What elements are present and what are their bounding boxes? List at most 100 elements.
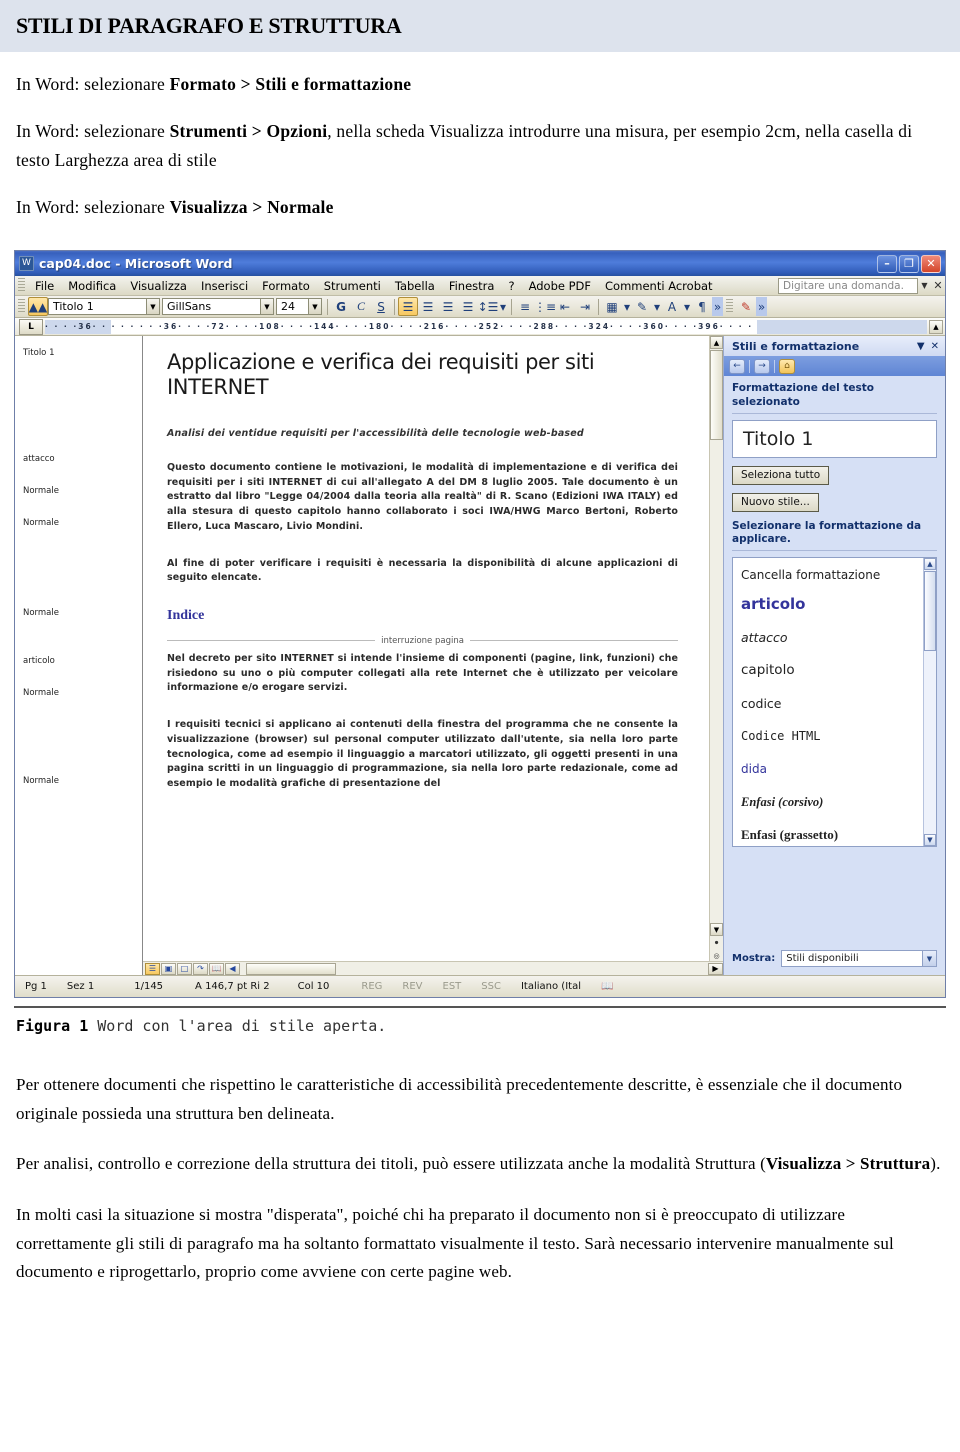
show-styles-arrow-icon[interactable]: ▼ [922, 951, 936, 967]
vertical-scroll-thumb[interactable] [710, 350, 723, 441]
font-color-arrow-icon[interactable]: ▾ [682, 297, 692, 316]
list-item[interactable]: dida ¶ [741, 753, 930, 786]
acrobat-overflow-icon[interactable]: » [756, 297, 767, 317]
style-name: codice [741, 695, 782, 711]
close-button[interactable]: ✕ [921, 254, 941, 273]
scroll-down-icon[interactable]: ▼ [710, 923, 723, 937]
current-style-preview[interactable]: Titolo 1 [732, 419, 937, 458]
status-est[interactable]: EST [433, 981, 472, 992]
borders-icon[interactable]: ▦ [602, 297, 622, 316]
menu-item-visualizza[interactable]: Visualizza [123, 279, 194, 293]
list-item[interactable]: attacco ¶ [741, 621, 930, 654]
font-combo[interactable]: GillSans ▼ [162, 298, 274, 316]
tab-selector-icon[interactable]: L [19, 318, 43, 335]
styles-and-formatting-icon[interactable]: ▲▲ [28, 297, 48, 317]
align-center-icon[interactable]: ☰ [418, 297, 438, 316]
horizontal-scroll-thumb[interactable] [246, 962, 336, 975]
forward-icon[interactable]: → [754, 358, 770, 374]
menu-item-adobe-pdf[interactable]: Adobe PDF [522, 279, 598, 293]
reading-layout-view-icon[interactable]: 📖 [209, 962, 224, 975]
font-color-icon[interactable]: A [662, 297, 682, 316]
highlight-arrow-icon[interactable]: ▾ [652, 297, 662, 316]
list-item[interactable]: capitolo ¶ [741, 654, 930, 687]
status-rev[interactable]: REV [392, 981, 432, 992]
style-combo[interactable]: Titolo 1 ▼ [48, 298, 160, 316]
home-icon[interactable]: ⌂ [779, 358, 795, 374]
list-item[interactable]: Enfasi (grassetto) a [741, 819, 930, 846]
align-justify-icon[interactable]: ☰ [458, 297, 478, 316]
line-spacing-icon[interactable]: ↕☰ [478, 297, 499, 316]
highlight-icon[interactable]: ✎ [632, 297, 652, 316]
show-styles-select[interactable]: Stili disponibili ▼ [781, 950, 937, 968]
print-layout-view-icon[interactable]: □ [177, 962, 192, 975]
document-vertical-scrollbar[interactable]: ▲ ▼ ⚫ ◎ ⚫ [709, 336, 723, 976]
line-spacing-arrow-icon[interactable]: ▾ [498, 297, 508, 316]
select-all-button[interactable]: Seleziona tutto [732, 465, 830, 485]
ask-a-question-input[interactable]: Digitare una domanda. [778, 277, 918, 294]
list-item[interactable]: Enfasi (corsivo) a [741, 786, 930, 819]
underline-button[interactable]: S [371, 297, 391, 316]
menubar-close-icon[interactable]: ✕ [931, 279, 945, 292]
list-scroll-thumb[interactable] [924, 570, 936, 651]
menu-item-finestra[interactable]: Finestra [442, 279, 502, 293]
acrobat-comment-icon[interactable]: ✎ [736, 297, 756, 316]
menu-item-help[interactable]: ? [501, 279, 521, 293]
list-scroll-up-icon[interactable]: ▲ [924, 557, 936, 570]
status-rec[interactable]: REG [339, 981, 392, 992]
new-style-button[interactable]: Nuovo stile... [732, 492, 819, 512]
menu-item-commenti-acrobat[interactable]: Commenti Acrobat [598, 279, 720, 293]
list-item[interactable]: Cancella formattazione [741, 562, 930, 588]
acrobat-toolbar-grip[interactable] [726, 299, 733, 315]
document-subtitle: Analisi dei ventidue requisiti per l'acc… [167, 427, 584, 439]
decrease-indent-icon[interactable]: ⇤ [555, 297, 575, 316]
task-pane-dropdown-icon[interactable]: ▼ [917, 341, 925, 352]
show-formatting-marks-icon[interactable]: ¶ [692, 297, 712, 316]
chevron-down-icon[interactable]: ▼ [918, 278, 931, 294]
bold-button[interactable]: G [331, 297, 351, 316]
menu-grip-handle[interactable] [18, 278, 25, 294]
list-scroll-down-icon[interactable]: ▼ [924, 833, 936, 846]
menu-item-formato[interactable]: Formato [255, 279, 317, 293]
list-item[interactable]: Codice HTML a [741, 720, 930, 753]
numbered-list-icon[interactable]: ≡ [515, 297, 535, 316]
status-language[interactable]: Italiano (Ital [511, 981, 591, 992]
ruler-scroll-up-icon[interactable]: ▲ [929, 319, 943, 334]
style-combo-arrow-icon[interactable]: ▼ [146, 299, 159, 315]
web-layout-view-icon[interactable]: ▣ [161, 962, 176, 975]
menu-item-inserisci[interactable]: Inserisci [194, 279, 255, 293]
list-item[interactable]: articolo ¶ [741, 588, 930, 621]
scroll-left-icon[interactable]: ◀ [225, 962, 240, 975]
task-pane-close-icon[interactable]: ✕ [931, 341, 939, 352]
toolbar-overflow-icon[interactable]: » [712, 297, 723, 317]
bulleted-list-icon[interactable]: ⋮≡ [534, 297, 556, 316]
list-item[interactable]: codice a [741, 687, 930, 720]
menu-item-tabella[interactable]: Tabella [388, 279, 442, 293]
toolbar-grip-handle[interactable] [18, 299, 25, 315]
font-size-combo-arrow-icon[interactable]: ▼ [308, 299, 321, 315]
document-horizontal-scrollbar[interactable]: ☰ ▣ □ ↷ 📖 ◀ ▶ [143, 961, 723, 976]
horizontal-ruler[interactable]: · · · ·36· · · · · · · ·36· · · ·72· · ·… [45, 319, 927, 334]
styles-list-box[interactable]: Cancella formattazione articolo ¶ attacc… [732, 556, 937, 847]
increase-indent-icon[interactable]: ⇥ [575, 297, 595, 316]
spellcheck-icon[interactable]: 📖 [591, 981, 623, 992]
menu-item-modifica[interactable]: Modifica [61, 279, 123, 293]
styles-list-scrollbar[interactable]: ▲ ▼ [923, 557, 936, 846]
menu-item-file[interactable]: File [28, 279, 61, 293]
outline-view-icon[interactable]: ↷ [193, 962, 208, 975]
normal-view-icon[interactable]: ☰ [145, 962, 160, 975]
minimize-button[interactable]: – [877, 254, 897, 273]
font-combo-arrow-icon[interactable]: ▼ [260, 299, 273, 315]
previous-page-icon[interactable]: ⚫ [710, 936, 723, 949]
align-left-icon[interactable]: ☰ [398, 297, 418, 317]
italic-button[interactable]: C [351, 297, 371, 316]
align-right-icon[interactable]: ☰ [438, 297, 458, 316]
document-canvas[interactable]: Applicazione e verifica dei requisiti pe… [143, 336, 723, 976]
back-icon[interactable]: ← [729, 358, 745, 374]
status-ssc[interactable]: SSC [471, 981, 511, 992]
menu-item-strumenti[interactable]: Strumenti [317, 279, 388, 293]
scroll-up-icon[interactable]: ▲ [710, 336, 723, 350]
borders-arrow-icon[interactable]: ▾ [622, 297, 632, 316]
maximize-button[interactable]: ❐ [899, 254, 919, 273]
font-size-combo[interactable]: 24 ▼ [276, 298, 322, 316]
scroll-right-icon[interactable]: ▶ [708, 962, 723, 975]
